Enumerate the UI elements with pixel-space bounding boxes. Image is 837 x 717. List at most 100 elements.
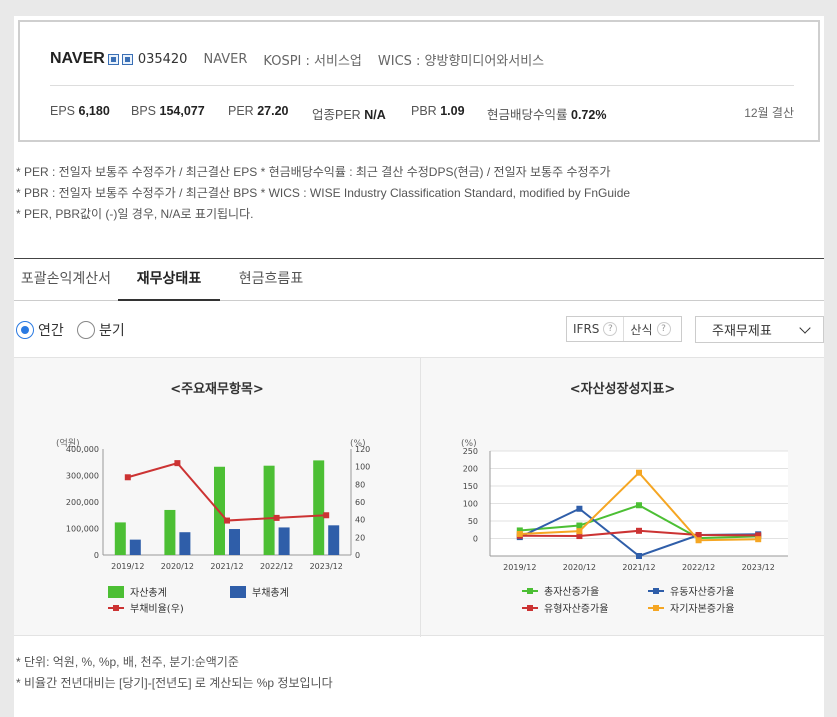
ifrs-label: IFRS — [573, 322, 600, 336]
point-debt-ratio — [224, 517, 230, 524]
radio-circle[interactable] — [16, 321, 34, 339]
stock-code: 035420 — [137, 51, 188, 67]
legend-swatch-marker — [653, 605, 659, 611]
formula-button[interactable]: 산식 ? — [623, 317, 676, 341]
chevron-down-icon — [799, 322, 811, 334]
metric-pbr: PBR 1.09 — [411, 104, 465, 118]
help-icon[interactable]: ? — [656, 322, 671, 336]
select-value: 주재무제표 — [712, 324, 772, 339]
point-equity-growth — [755, 536, 762, 543]
chart-asset-growth-svg: (%)0501001502002502019/12 2020/12 2021/12 2… — [461, 439, 788, 615]
point-tangible-assets-growth — [636, 527, 642, 534]
controls-row: 연간 분기 IFRS ? 산식 ? 주재무제표 — [14, 316, 824, 346]
bar-total-liabilities — [328, 525, 340, 555]
line-debt-ratio — [127, 461, 327, 522]
point-current-assets-growth — [636, 553, 642, 559]
bar-total-assets — [114, 522, 126, 555]
y-tick-label-right: 100 — [355, 463, 370, 472]
metrics-row: EPS 6,180 BPS 154,077 PER 27.20 업종PER N/… — [50, 104, 794, 122]
point-equity-growth — [636, 469, 642, 476]
tab-income-statement[interactable]: 포괄손익계산서 — [14, 259, 118, 301]
metric-per: PER 27.20 — [228, 104, 289, 118]
radio-annual-label: 연간 — [38, 323, 64, 339]
bar-total-liabilities — [179, 532, 191, 555]
chart-panel-asset-growth: <자산성장성지표> (%) 0 50 100 150 200 250 2019/12 2020/… — [421, 358, 824, 637]
y-tick-label-left: 200,000 — [66, 498, 99, 507]
y-tick-label: 150 — [463, 482, 478, 491]
y-tick-label: 50 — [468, 517, 478, 526]
bar-total-liabilities — [278, 527, 290, 555]
help-icon[interactable]: ? — [603, 322, 618, 336]
metric-bps: BPS 154,077 — [131, 104, 205, 118]
legend-swatch-marker — [527, 605, 533, 611]
x-tick-label: 2023/12 — [310, 562, 343, 571]
footer-notes: * 단위: 억원, %, %p, 배, 천주, 분기:순액기준 * 비율간 전년… — [16, 652, 333, 694]
y-tick-label-right: 60 — [355, 498, 365, 507]
footer-line: * 비율간 전년대비는 [당기]-[전년도] 로 계산되는 %p 정보입니다 — [16, 676, 333, 690]
statement-tabs: 포괄손익계산서 재무상태표 현금흐름표 — [14, 259, 824, 301]
note-line: * PER, PBR값이 (-)일 경우, N/A로 표기됩니다. — [16, 207, 254, 221]
bar-total-assets — [313, 460, 325, 555]
legend-swatch — [230, 586, 246, 598]
x-tick-label: 2019/12 — [503, 563, 536, 572]
radio-quarter-label: 분기 — [99, 323, 125, 339]
point-equity-growth — [576, 528, 583, 535]
charts-area: <주요재무항목> (억원) (%) 0 100,000 200,000 300,000 40… — [14, 357, 824, 637]
point-debt-ratio — [124, 474, 131, 481]
x-tick-label: 2019/12 — [111, 562, 144, 571]
point-debt-ratio — [323, 512, 330, 519]
ir-icon[interactable] — [121, 53, 133, 65]
legend-swatch — [108, 586, 124, 598]
y-tick-label-right: 80 — [355, 480, 365, 489]
note-line: * PBR : 전일자 보통주 수정주가 / 최근결산 BPS * WICS :… — [16, 186, 631, 200]
x-tick-label: 2022/12 — [260, 562, 293, 571]
y-tick-label-right: 40 — [355, 516, 365, 525]
option-box: IFRS ? 산식 ? — [566, 316, 682, 342]
bar-total-assets — [263, 465, 275, 555]
chart-panel-main-items: <주요재무항목> (억원) (%) 0 100,000 200,000 300,000 40… — [14, 358, 420, 637]
x-tick-label: 2021/12 — [210, 562, 243, 571]
statement-type-select[interactable]: 주재무제표 — [695, 316, 824, 343]
legend-label: 자산총계 — [130, 587, 167, 599]
notes: * PER : 전일자 보통주 수정주가 / 최근결산 EPS * 현금배당수익… — [16, 162, 630, 225]
y-tick-label: 0 — [473, 535, 478, 544]
legend-label: 부채총계 — [252, 587, 289, 599]
bar-total-assets — [164, 509, 176, 555]
y-tick-label-left: 100,000 — [66, 525, 99, 534]
tab-balance-sheet[interactable]: 재무상태표 — [118, 259, 220, 301]
home-icon[interactable] — [107, 53, 119, 65]
x-tick-label: 2021/12 — [622, 563, 655, 572]
y-tick-label-right: 0 — [355, 551, 360, 560]
wics-sector: WICS : 양방향미디어와서비스 — [377, 53, 545, 69]
tab-cash-flow[interactable]: 현금흐름표 — [228, 259, 314, 301]
radio-circle[interactable] — [77, 321, 95, 339]
stock-name: NAVER — [50, 50, 105, 67]
point-total-assets-growth — [576, 522, 583, 529]
y-tick-label: 200 — [463, 465, 478, 474]
legend-label: 부채비율(우) — [130, 603, 184, 615]
legend-swatch-marker — [653, 588, 659, 594]
point-equity-growth — [516, 530, 523, 537]
legend-label: 유형자산증가율 — [544, 603, 608, 615]
page-container: NAVER 035420 NAVER KOSPI : 서비스업 WICS : 양… — [14, 16, 824, 717]
divider — [50, 85, 794, 86]
metric-eps: EPS 6,180 — [50, 104, 110, 118]
metric-dividend-yield: 현금배당수익률 0.72% — [487, 108, 607, 122]
radio-annual[interactable]: 연간 — [16, 320, 64, 340]
legend-label: 자기자본증가율 — [670, 603, 734, 615]
footer-line: * 단위: 억원, %, %p, 배, 천주, 분기:순액기준 — [16, 655, 239, 669]
y-tick-label: 250 — [463, 447, 478, 456]
y-tick-label-right: 120 — [355, 445, 370, 454]
fiscal-month: 12월 결산 — [744, 106, 794, 120]
metric-industry-per: 업종PER N/A — [312, 108, 386, 122]
point-equity-growth — [695, 537, 702, 544]
radio-quarter[interactable]: 분기 — [77, 320, 125, 340]
ifrs-button[interactable]: IFRS ? — [567, 317, 623, 341]
formula-label: 산식 — [630, 322, 653, 337]
legend-label: 총자산증가율 — [544, 586, 599, 598]
x-tick-label: 2022/12 — [682, 563, 715, 572]
legend-swatch-marker — [527, 588, 533, 594]
point-debt-ratio — [174, 460, 181, 467]
x-tick-label: 2020/12 — [563, 563, 596, 572]
company-name: NAVER — [203, 51, 248, 67]
